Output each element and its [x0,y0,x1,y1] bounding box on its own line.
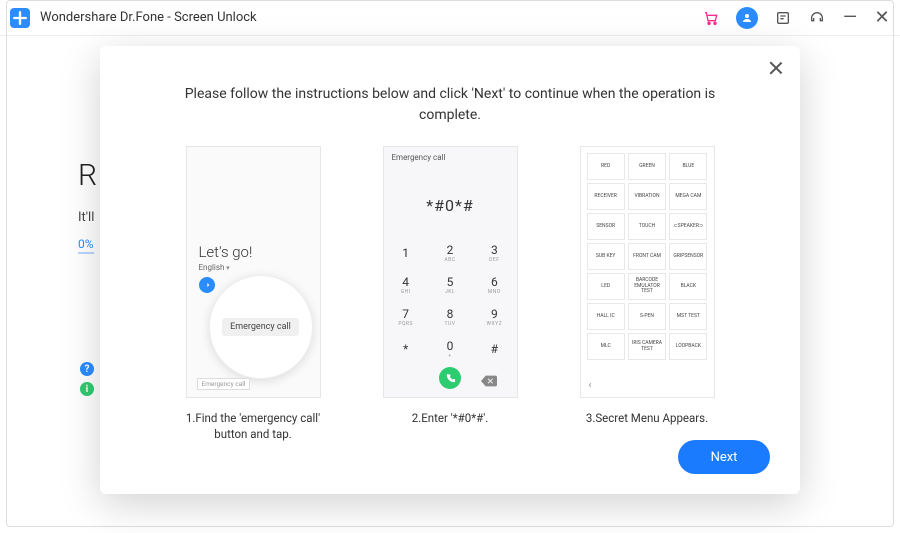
step-3: REDGREENBLUE RECEIVERVIBRATIONMEGA CAM SEN… [570,146,725,442]
step2-code: *#0*# [384,196,517,215]
step2-header: Emergency call [384,147,517,168]
backspace-icon [481,372,497,384]
step-3-caption: 3.Secret Menu Appears. [586,410,708,426]
modal-instructions: Please follow the instructions below and… [122,84,778,126]
app-title: Wondershare Dr.Fone - Screen Unlock [40,10,257,25]
secret-menu-cell: GREEN [628,153,666,180]
secret-menu-cell: RED [587,153,625,180]
secret-menu-cell: HALL IC [587,303,625,330]
secret-menu-cell: BLUE [669,153,707,180]
secret-menu-cell: IRIS CAMERA TEST [628,333,666,360]
dial-key: 6MNO [472,269,516,301]
secret-menu-cell: BLACK [669,273,707,300]
dial-key: 5JKL [428,269,472,301]
help-badge[interactable]: ? [80,362,94,376]
emergency-call-highlight: Emergency call [222,318,299,336]
instruction-modal: Please follow the instructions below and… [100,46,800,494]
dial-key: 0+ [428,333,472,365]
window-close-icon[interactable]: ✕ [874,7,890,28]
minimize-icon[interactable]: — [842,7,858,28]
back-icon: ‹ [589,380,592,391]
call-icon [439,367,461,389]
app-logo [10,8,30,28]
step-1-image: Let's go! English Emergency call Emergen… [186,146,321,398]
secret-menu-cell: SUB KEY [587,243,625,270]
dial-key: # [472,333,516,365]
secret-menu-cell: MST TEST [669,303,707,330]
info-badge[interactable]: i [80,382,94,396]
step1-tag: Emergency call [197,378,251,390]
user-icon[interactable] [736,7,758,29]
secret-menu-cell: FRONT CAM [628,243,666,270]
cart-icon[interactable] [702,9,720,27]
step1-language: English [199,263,230,272]
dial-key: 9WXYZ [472,301,516,333]
step-1-caption: 1.Find the 'emergency call' button and t… [176,410,331,442]
dial-key: 8TUV [428,301,472,333]
secret-menu-cell: MLC [587,333,625,360]
secret-menu-cell: VIBRATION [628,183,666,210]
support-icon[interactable] [808,9,826,27]
step-3-image: REDGREENBLUE RECEIVERVIBRATIONMEGA CAM SEN… [580,146,715,398]
secret-menu-cell: BARCODE EMULATOR TEST [628,273,666,300]
secret-menu-cell: MEGA CAM [669,183,707,210]
secret-menu-cell: ⊂SPEAKER⊃ [669,213,707,240]
next-button[interactable]: Next [678,440,770,474]
dial-key: 4GHI [384,269,428,301]
secret-menu-cell: RECEIVER [587,183,625,210]
bg-heading-fragment: R [78,158,97,193]
dial-key: 3DEF [472,237,516,269]
titlebar: Wondershare Dr.Fone - Screen Unlock — ✕ [0,0,900,36]
progress-label: 0% [78,237,94,254]
bg-text-fragment: It'll [78,210,94,225]
secret-menu-cell: LOOPBACK [669,333,707,360]
secret-menu-cell: TOUCH [628,213,666,240]
step-2-caption: 2.Enter '*#0*#'. [412,410,489,426]
step1-letsgo: Let's go! [199,243,253,261]
close-icon[interactable] [768,60,784,76]
dial-key: * [384,333,428,365]
arrow-right-icon [199,277,215,293]
secret-menu-cell: LED [587,273,625,300]
zoom-circle: Emergency call [209,275,313,379]
secret-menu-cell: SENSOR [587,213,625,240]
feedback-icon[interactable] [774,9,792,27]
step-2-image: Emergency call *#0*# 12ABC3DEF 4GHI5JKL6M… [383,146,518,398]
step-2: Emergency call *#0*# 12ABC3DEF 4GHI5JKL6M… [373,146,528,442]
dial-key: 7PQRS [384,301,428,333]
secret-menu-cell: GRIPSENSOR [669,243,707,270]
step-1: Let's go! English Emergency call Emergen… [176,146,331,442]
dial-key: 1 [384,237,428,269]
secret-menu-cell: S-PEN [628,303,666,330]
dial-key: 2ABC [428,237,472,269]
